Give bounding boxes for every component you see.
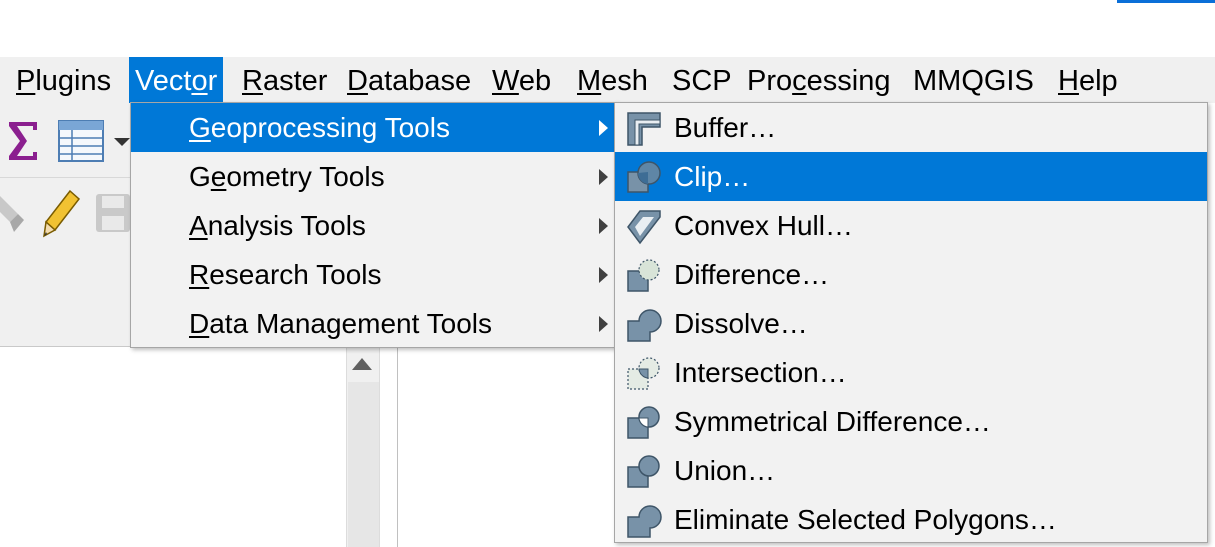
scrollbar-thumb[interactable] [348,382,379,547]
union-icon [626,454,662,490]
menu-item-label: Research Tools [189,250,382,300]
label-part: essing [806,65,891,97]
menu-raster[interactable]: Raster [236,57,333,103]
menu-item-eliminate-selected-polygons[interactable]: Eliminate Selected Polygons… [615,495,1207,544]
label-part: esearch Tools [209,259,382,290]
label-part: Vect [135,65,192,97]
digitize-icon[interactable] [0,190,30,240]
label-part: eoprocessing Tools [210,112,450,143]
menu-item-label: Dissolve… [674,308,808,339]
submenu-arrow-icon [599,120,608,136]
accelerator-char: W [492,65,519,97]
menu-item-label: Geometry Tools [189,152,385,202]
accelerator-char: D [189,308,210,339]
accelerator-char: M [577,65,602,97]
toolbar-row-2 [0,177,132,251]
accelerator-char: G [189,112,211,143]
dropdown-arrow-icon[interactable] [112,136,132,148]
side-panel [0,251,132,347]
label-part: ata Management Tools [209,308,493,339]
accelerator-char: o [191,65,208,97]
clip-icon [626,160,662,196]
menu-item-label: Union… [674,455,776,486]
difference-icon [626,258,662,294]
menu-item-label: Buffer… [674,112,777,143]
menu-item-label: Convex Hull… [674,210,853,241]
panel-divider [397,347,398,547]
label-part: elp [1078,65,1118,97]
label-part: G [189,161,211,192]
label-part: aster [262,65,328,97]
menu-item-label: Symmetrical Difference… [674,406,991,437]
toolbar-row-1 [0,103,132,177]
dissolve-icon [626,307,662,343]
label-part: esh [601,65,648,97]
scroll-up-arrow-icon[interactable] [352,358,372,370]
label-part: atabase [367,65,472,97]
accelerator-char: e [210,161,227,192]
accelerator-char: R [242,65,263,97]
submenu-arrow-icon [599,316,608,332]
menu-item-analysis-tools[interactable]: Analysis Tools [131,201,616,250]
convex-hull-icon [626,209,662,245]
menu-item-geoprocessing-tools[interactable]: Geoprocessing Tools [131,103,616,152]
label-part: nalysis Tools [207,210,366,241]
accelerator-char: D [347,65,368,97]
menu-item-data-management-tools[interactable]: Data Management Tools [131,299,616,348]
menu-scp[interactable]: SCP [666,57,738,103]
menu-item-research-tools[interactable]: Research Tools [131,250,616,299]
menu-processing[interactable]: Processing [741,57,896,103]
accelerator-char: A [189,210,208,241]
accelerator-char: c [792,65,807,97]
menu-item-intersection[interactable]: Intersection… [615,348,1207,397]
menu-item-union[interactable]: Union… [615,446,1207,495]
menu-help[interactable]: Help [1052,57,1124,103]
menu-vector[interactable]: Vector [129,57,224,103]
menu-item-clip[interactable]: Clip… [615,152,1207,201]
menu-item-label: Difference… [674,259,830,290]
vector-menu: Geoprocessing Tools Geometry Tools Analysi… [130,102,617,348]
menu-plugins[interactable]: Plugins [10,57,117,103]
submenu-arrow-icon [599,218,608,234]
accelerator-char: R [189,259,210,290]
menu-item-label: Clip… [674,161,751,192]
window-accent-strip [1117,0,1215,3]
intersection-icon [626,356,662,392]
menu-mmqgis[interactable]: MMQGIS [907,57,1040,103]
accelerator-char: H [1058,65,1079,97]
menu-bar: Plugins Vector Raster Database Web Mesh SCP Pro… [0,57,1215,103]
menu-item-symmetrical-difference[interactable]: Symmetrical Difference… [615,397,1207,446]
pencil-icon[interactable] [42,188,82,240]
label-part: lugins [35,65,112,97]
eliminate-icon [626,503,662,539]
menu-item-difference[interactable]: Difference… [615,250,1207,299]
accelerator-char: P [16,65,36,97]
save-edits-icon[interactable] [94,192,132,236]
menu-web[interactable]: Web [486,57,557,103]
menu-database[interactable]: Database [341,57,477,103]
attribute-table-icon[interactable] [58,120,104,162]
label-part: MMQGIS [913,65,1034,97]
label-part: SCP [672,65,732,97]
menu-item-dissolve[interactable]: Dissolve… [615,299,1207,348]
menu-item-convex-hull[interactable]: Convex Hull… [615,201,1207,250]
label-part: Pro [747,65,793,97]
submenu-arrow-icon [599,267,608,283]
geoprocessing-submenu: Buffer… Clip… Convex Hull… Difference… Disso… [614,102,1208,543]
menu-item-label: Eliminate Selected Polygons… [674,504,1057,535]
submenu-arrow-icon [599,169,608,185]
label-part: r [207,65,218,97]
buffer-icon [626,111,662,147]
menu-item-buffer[interactable]: Buffer… [615,103,1207,152]
menu-item-geometry-tools[interactable]: Geometry Tools [131,152,616,201]
menu-item-label: Data Management Tools [189,299,492,349]
menu-mesh[interactable]: Mesh [571,57,654,103]
menu-item-label: Intersection… [674,357,847,388]
sigma-icon[interactable] [5,118,41,164]
menu-item-label: Analysis Tools [189,201,366,251]
label-part: ometry Tools [226,161,385,192]
menu-item-label: Geoprocessing Tools [189,103,450,153]
label-part: eb [518,65,552,97]
symmetrical-difference-icon [626,405,662,441]
